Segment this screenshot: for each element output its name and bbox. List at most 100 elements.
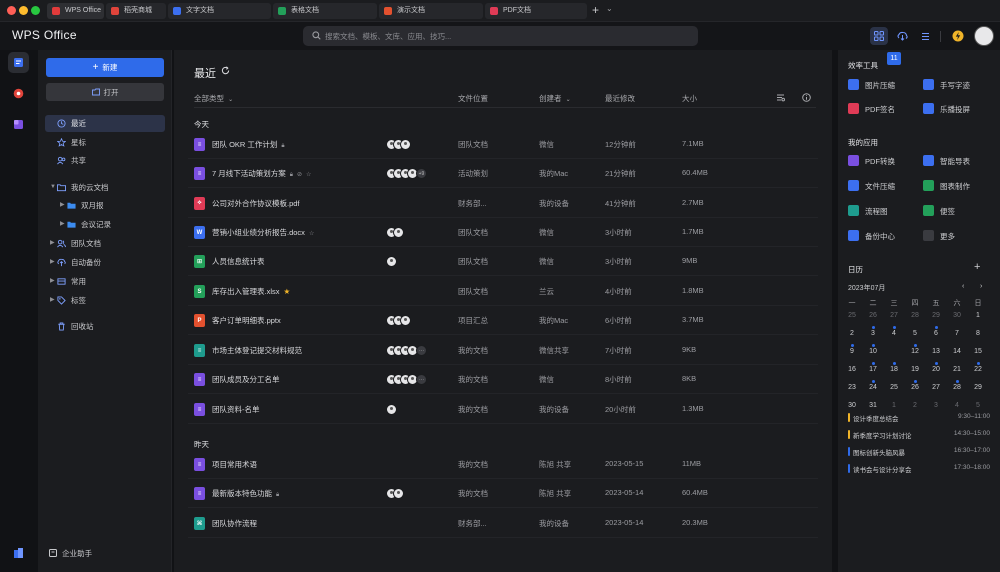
tab-presentation[interactable]: 演示文档 (379, 3, 483, 19)
calendar-day[interactable]: 24 (866, 384, 880, 391)
file-row[interactable]: W 营销小组业绩分析报告.docx ☆ 团队文档 微信 3小时前 1.7MB (188, 218, 818, 247)
file-name[interactable]: 团队资料-名单 (212, 404, 260, 415)
enterprise-assistant-button[interactable]: 企业助手 (49, 548, 92, 559)
calendar-day[interactable]: 25 (845, 312, 859, 319)
calendar-day[interactable]: 16 (845, 366, 859, 373)
calendar-day[interactable]: 30 (845, 402, 859, 409)
sidebar-item-frequent[interactable]: ▶ 常用 (45, 273, 165, 290)
caret-right-icon[interactable]: ▶ (60, 216, 65, 233)
star-filled-icon[interactable]: ★ (284, 287, 291, 296)
calendar-day[interactable]: 1 (887, 402, 901, 409)
new-button[interactable]: + 新建 (46, 58, 164, 77)
file-name[interactable]: 公司对外合作协议模板.pdf (212, 198, 300, 209)
calendar-day[interactable]: 13 (929, 348, 943, 355)
rail-docs-button[interactable] (8, 52, 29, 73)
column-size[interactable]: 大小 (682, 93, 697, 104)
calendar-day[interactable]: 2 (908, 402, 922, 409)
rail-template-button[interactable] (8, 83, 29, 104)
calendar-day[interactable]: 9 (845, 348, 859, 355)
calendar-day[interactable]: 28 (908, 312, 922, 319)
minimize-window-button[interactable] (19, 6, 28, 15)
star-outline-icon[interactable]: ☆ (306, 172, 311, 178)
calendar-day[interactable]: 23 (845, 384, 859, 391)
calendar-day[interactable]: 22 (971, 366, 985, 373)
calendar-day[interactable]: 3 (866, 330, 880, 337)
calendar-event[interactable]: 新季度学习计划讨论 14:30–15:00 (848, 428, 990, 443)
file-name[interactable]: 最新版本特色功能 🔒︎ (212, 488, 279, 499)
close-window-button[interactable] (7, 6, 16, 15)
sidebar-item-meetings[interactable]: ▶ 会议记录 (45, 216, 165, 233)
calendar-day[interactable]: 18 (887, 366, 901, 373)
caret-right-icon[interactable]: ▶ (50, 235, 55, 252)
calendar-day[interactable]: 29 (929, 312, 943, 319)
sidebar-item-trash[interactable]: 回收站 (45, 318, 165, 335)
calendar-day[interactable]: 4 (950, 402, 964, 409)
column-creator[interactable]: 创建者 ⌄ (539, 93, 571, 104)
file-name[interactable]: 7 月线下活动策划方案 🔒︎ ⊘ ☆ (212, 168, 311, 179)
calendar-day[interactable]: 20 (929, 366, 943, 373)
sidebar-item-my-cloud[interactable]: ▼ 我的云文档 (45, 179, 165, 196)
sidebar-item-starred[interactable]: 星标 (45, 134, 165, 151)
add-event-button[interactable]: + (974, 261, 980, 273)
calendar-day[interactable]: 4 (887, 330, 901, 337)
calendar-day[interactable]: 26 (866, 312, 880, 319)
file-row[interactable]: S 库存出入管理表.xlsx ★ 团队文档 兰云 4小时前 1.8MB (188, 277, 818, 306)
tab-spreadsheet[interactable]: 表格文档 (273, 3, 377, 19)
grid-view-button[interactable] (870, 27, 888, 45)
calendar-day[interactable]: 7 (950, 330, 964, 337)
file-name[interactable]: 团队协作流程 (212, 518, 257, 529)
file-row[interactable]: ≡ 项目常用术语 我的文档 陈旭 共享 2023-05-15 11MB (188, 450, 818, 479)
calendar-day[interactable]: 11 (887, 52, 901, 65)
calendar-day[interactable]: 27 (929, 384, 943, 391)
tab-template-store[interactable]: 稻壳商城 (106, 3, 166, 19)
calendar-day[interactable]: 6 (929, 330, 943, 337)
user-avatar[interactable] (974, 26, 994, 46)
caret-right-icon[interactable]: ▶ (50, 254, 55, 271)
column-settings-button[interactable] (776, 93, 785, 104)
file-row[interactable]: ≡ 市场主体登记提交材料规范 ··· 我的文档 微信共享 7小时前 9KB (188, 336, 818, 365)
calendar-day[interactable]: 25 (887, 384, 901, 391)
caret-down-icon[interactable]: ▼ (50, 179, 56, 196)
list-view-button[interactable] (916, 27, 934, 45)
calendar-day[interactable]: 5 (971, 402, 985, 409)
calendar-day[interactable]: 12 (908, 348, 922, 355)
calendar-day[interactable]: 3 (929, 402, 943, 409)
search-input[interactable] (325, 29, 685, 43)
column-location[interactable]: 文件位置 (458, 93, 488, 104)
calendar-day[interactable]: 5 (908, 330, 922, 337)
tab-pdf[interactable]: PDF文档 (485, 3, 587, 19)
file-name[interactable]: 客户订单明细表.pptx (212, 315, 281, 326)
star-outline-icon[interactable]: ☆ (309, 231, 314, 237)
file-name[interactable]: 项目常用术语 (212, 459, 257, 470)
file-row[interactable]: ⊞ 人员信息统计表 团队文档 微信 3小时前 9MB (188, 247, 818, 276)
calendar-day[interactable]: 15 (971, 348, 985, 355)
sidebar-item-team-docs[interactable]: ▶ 团队文档 (45, 235, 165, 252)
tab-word-doc[interactable]: 文字文档 (168, 3, 271, 19)
file-row[interactable]: ≡ 团队成员及分工名单 ··· 我的文档 微信 8小时前 8KB (188, 365, 818, 394)
calendar-prev-button[interactable]: ‹ (962, 283, 964, 290)
column-modified[interactable]: 最近修改 (605, 93, 635, 104)
calendar-day[interactable]: 30 (950, 312, 964, 319)
open-button[interactable]: 打开 (46, 83, 164, 101)
sidebar-item-recent[interactable]: 最近 (45, 115, 165, 132)
file-row[interactable]: ≡ 团队 OKR 工作计划 🔒︎ 团队文档 微信 12分钟前 7.1MB (188, 130, 818, 159)
calendar-day[interactable]: 21 (950, 366, 964, 373)
calendar-day[interactable]: 28 (950, 384, 964, 391)
file-row[interactable]: ⟡ 公司对外合作协议模板.pdf 财务部... 我的设备 41分钟前 2.7MB (188, 189, 818, 218)
calendar-day[interactable]: 10 (866, 348, 880, 355)
maximize-window-button[interactable] (31, 6, 40, 15)
sidebar-item-tags[interactable]: ▶ 标签 (45, 292, 165, 309)
file-row[interactable]: ≡ 7 月线下活动策划方案 🔒︎ ⊘ ☆ +9 活动策划 我的Mac 21分钟前 60.4MB (188, 159, 818, 188)
file-row[interactable]: ⌘ 团队协作流程 财务部... 我的设备 2023-05-14 20.3MB (188, 509, 818, 538)
calendar-day[interactable]: 27 (887, 312, 901, 319)
file-row[interactable]: P 客户订单明细表.pptx 项目汇总 我的Mac 6小时前 3.7MB (188, 306, 818, 335)
calendar-day[interactable]: 19 (908, 366, 922, 373)
calendar-day[interactable]: 31 (866, 402, 880, 409)
file-row[interactable]: ≡ 最新版本特色功能 🔒︎ 我的文档 陈旭 共享 2023-05-14 60.4MB (188, 479, 818, 508)
search-box[interactable] (303, 26, 698, 46)
new-tab-button[interactable]: + (592, 3, 599, 17)
tab-wps-office[interactable]: WPS Office (47, 3, 104, 19)
file-name[interactable]: 团队成员及分工名单 (212, 374, 280, 385)
caret-right-icon[interactable]: ▶ (60, 197, 65, 214)
file-name[interactable]: 人员信息统计表 (212, 256, 265, 267)
